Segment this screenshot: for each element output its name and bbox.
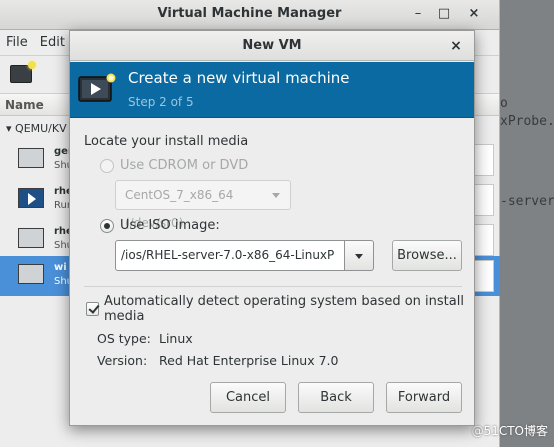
new-vm-dialog: New VM × Create a new virtual machine St… [69, 30, 475, 426]
locate-media-label: Locate your install media [84, 134, 249, 149]
os-type-value: Linux [159, 331, 193, 346]
cancel-button[interactable]: Cancel [210, 382, 286, 413]
vm-monitor-icon [18, 148, 44, 168]
cdrom-radio [100, 158, 114, 173]
terminal-line: -server [500, 194, 554, 209]
new-vm-icon[interactable] [10, 61, 36, 83]
watermark: @51CTO博客 [471, 424, 548, 438]
separator [84, 286, 462, 287]
menu-edit[interactable]: Edit [40, 35, 65, 50]
autodetect-label[interactable]: Automatically detect operating system ba… [104, 294, 474, 324]
dialog-titlebar: New VM × [70, 31, 474, 61]
cdrom-radio-label: Use CDROM or DVD [120, 158, 249, 173]
terminal-fragment: o xProbe. -server [500, 96, 554, 236]
banner-step: Step 2 of 5 [128, 95, 194, 109]
version-value: Red Hat Enterprise Linux 7.0 [159, 353, 339, 368]
connection-label: QEMU/KV [15, 122, 67, 135]
minimize-icon[interactable]: – [407, 4, 429, 24]
back-button[interactable]: Back [298, 382, 374, 413]
cdrom-radio-row: Use CDROM or DVD [100, 158, 248, 173]
terminal-line: xProbe. [500, 114, 554, 129]
iso-history-dropdown[interactable] [345, 240, 374, 271]
vm-monitor-icon [18, 228, 44, 248]
dialog-content: Locate your install media Use CDROM or D… [70, 118, 474, 378]
autodetect-row[interactable]: Automatically detect operating system ba… [86, 294, 474, 324]
terminal-line: o [500, 96, 508, 111]
version-label: Version: [97, 353, 148, 368]
chevron-down-icon [272, 193, 280, 198]
autodetect-checkbox[interactable] [86, 302, 99, 316]
os-type-label: OS type: [97, 331, 151, 346]
new-vm-monitor-icon [78, 73, 116, 102]
close-icon[interactable]: × [463, 4, 485, 24]
dialog-close-icon[interactable]: × [446, 36, 466, 56]
dialog-title: New VM [242, 38, 302, 53]
banner-title: Create a new virtual machine [128, 69, 350, 87]
iso-radio-row[interactable]: Use ISO image: [100, 218, 220, 233]
vm-running-icon [18, 188, 44, 208]
vmm-titlebar: Virtual Machine Manager – □ × [0, 0, 499, 30]
forward-button[interactable]: Forward [386, 382, 462, 413]
wizard-banner: Create a new virtual machine Step 2 of 5 [70, 62, 474, 118]
browse-button[interactable]: Browse... [392, 240, 462, 271]
vm-name: wi [54, 262, 67, 273]
iso-radio-label[interactable]: Use ISO image: [120, 218, 220, 233]
vm-monitor-icon [18, 264, 44, 284]
maximize-icon[interactable]: □ [433, 4, 455, 24]
cdrom-device-combo: CentOS_7_x86_64 (/dev/sr0) [115, 180, 291, 230]
iso-path-input[interactable]: /ios/RHEL-server-7.0-x86_64-LinuxP [115, 240, 345, 271]
iso-radio[interactable] [100, 218, 114, 233]
menu-file[interactable]: File [6, 35, 28, 50]
